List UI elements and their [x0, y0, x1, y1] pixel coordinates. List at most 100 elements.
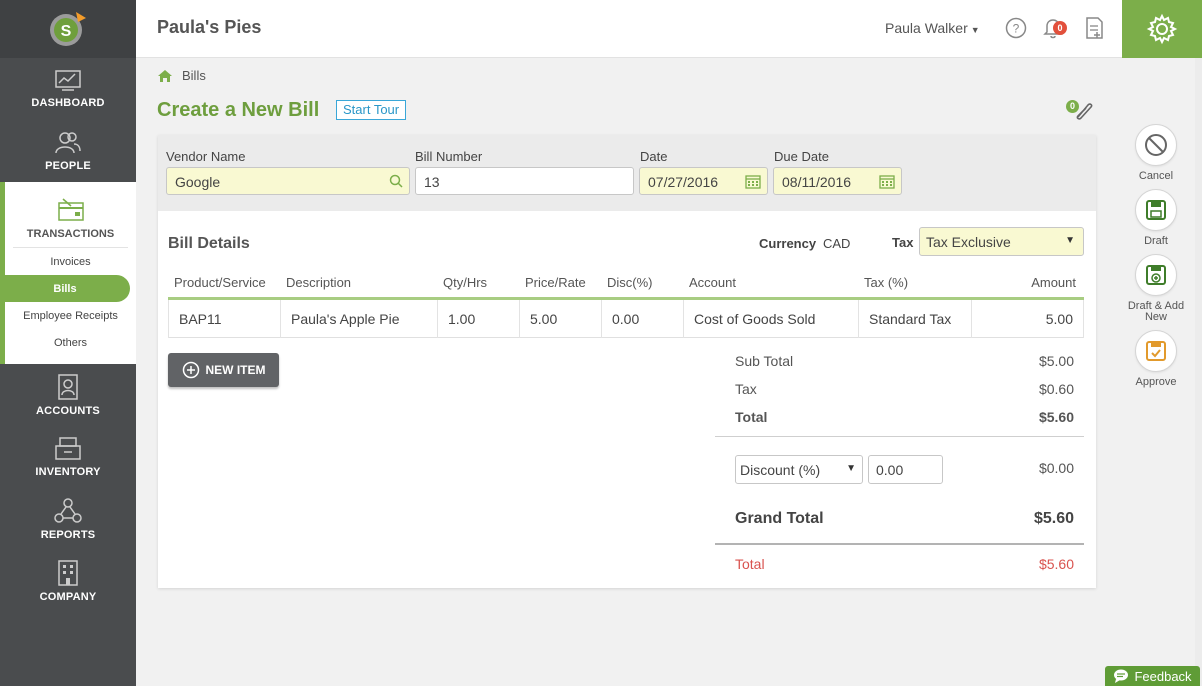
home-icon[interactable]: [157, 69, 173, 83]
nav-inventory-label: INVENTORY: [35, 466, 100, 478]
grand-total-divider: [715, 543, 1084, 545]
vendor-value: Google: [175, 174, 220, 190]
nav-people[interactable]: PEOPLE: [0, 120, 136, 182]
cell-product[interactable]: BAP11: [168, 300, 281, 338]
nav-reports-label: REPORTS: [41, 529, 96, 541]
bill-number-label: Bill Number: [415, 149, 482, 164]
final-total-label: Total: [735, 556, 765, 572]
calendar-icon: [745, 174, 761, 189]
grand-total-value: $5.60: [1034, 510, 1074, 528]
tax-label: Tax: [892, 235, 913, 250]
nav-dashboard[interactable]: DASHBOARD: [0, 58, 136, 120]
col-header-account: Account: [689, 275, 736, 290]
notifications-button[interactable]: 0: [1042, 16, 1072, 40]
page-title: Create a New Bill: [157, 99, 319, 122]
col-header-disc: Disc(%): [607, 275, 653, 290]
dropdown-arrow-icon: ▼: [846, 463, 856, 474]
cell-amount[interactable]: 5.00: [972, 300, 1084, 338]
col-header-tax: Tax (%): [864, 275, 908, 290]
draft-add-new-label: Draft & Add New: [1121, 301, 1191, 323]
new-item-label: NEW ITEM: [206, 363, 266, 377]
attachment-count-badge: 0: [1066, 100, 1079, 113]
cancel-button[interactable]: Cancel: [1116, 124, 1196, 182]
user-menu[interactable]: Paula Walker▼: [885, 20, 980, 36]
bill-details-title: Bill Details: [168, 235, 250, 253]
nav-inventory[interactable]: INVENTORY: [0, 426, 136, 488]
tax-total-value: $0.60: [1039, 381, 1074, 397]
bill-header-fields: Vendor Name Google Bill Number 13 Date 0…: [158, 135, 1096, 211]
approve-button[interactable]: Approve: [1116, 330, 1196, 388]
calendar-icon: [879, 174, 895, 189]
nav-accounts[interactable]: ACCOUNTS: [0, 364, 136, 426]
new-item-button[interactable]: NEW ITEM: [168, 353, 279, 387]
help-icon[interactable]: ?: [1005, 17, 1027, 39]
cell-price[interactable]: 5.00: [520, 300, 602, 338]
breadcrumb: Bills: [157, 68, 206, 83]
col-header-amount: Amount: [1031, 275, 1076, 290]
subtotal-value: $5.00: [1039, 353, 1074, 369]
nav-people-label: PEOPLE: [45, 160, 91, 172]
nav-company[interactable]: COMPANY: [0, 550, 136, 612]
search-icon: [389, 174, 403, 188]
feedback-label: Feedback: [1134, 669, 1191, 684]
tax-mode-select[interactable]: Tax Exclusive ▼: [919, 227, 1084, 256]
nav-transactions-label: TRANSACTIONS: [27, 228, 114, 240]
cancel-label: Cancel: [1139, 171, 1173, 182]
due-date-input[interactable]: 08/11/2016: [773, 167, 902, 195]
plus-circle-icon: [182, 361, 200, 379]
discount-type-select[interactable]: Discount (%) ▼: [735, 455, 863, 484]
logo[interactable]: S: [0, 0, 136, 58]
gear-icon: [1146, 13, 1178, 45]
cancel-icon: [1144, 133, 1168, 157]
discount-input-value: 0.00: [876, 462, 903, 478]
subtotal-label: Sub Total: [735, 353, 793, 369]
col-header-qty: Qty/Hrs: [443, 275, 487, 290]
cell-qty[interactable]: 1.00: [438, 300, 520, 338]
final-total-value: $5.60: [1039, 556, 1074, 572]
cell-disc[interactable]: 0.00: [602, 300, 684, 338]
company-icon: [57, 560, 79, 586]
nav-transactions[interactable]: TRANSACTIONS: [13, 190, 128, 248]
caret-down-icon: ▼: [971, 25, 980, 35]
breadcrumb-bills[interactable]: Bills: [182, 68, 206, 83]
reports-icon: [54, 498, 82, 524]
inventory-icon: [55, 437, 81, 461]
subnav-invoices[interactable]: Invoices: [5, 248, 136, 275]
user-name: Paula Walker: [885, 20, 968, 36]
currency-value: CAD: [823, 236, 850, 251]
settings-button[interactable]: [1122, 0, 1202, 58]
new-document-icon[interactable]: [1083, 16, 1105, 40]
nav-accounts-label: ACCOUNTS: [36, 405, 100, 417]
attachments-button[interactable]: 0: [1066, 99, 1096, 126]
date-input[interactable]: 07/27/2016: [639, 167, 768, 195]
subnav-employee-receipts[interactable]: Employee Receipts: [5, 302, 136, 329]
feedback-button[interactable]: Feedback: [1105, 666, 1200, 686]
subnav-others[interactable]: Others: [5, 329, 136, 356]
people-icon: [54, 131, 82, 155]
accounts-icon: [57, 374, 79, 400]
notification-badge: 0: [1053, 21, 1067, 35]
cell-description[interactable]: Paula's Apple Pie: [281, 300, 438, 338]
scrollbar[interactable]: [1195, 58, 1202, 686]
col-header-product: Product/Service: [174, 275, 266, 290]
cell-account[interactable]: Cost of Goods Sold: [684, 300, 859, 338]
draft-add-new-button[interactable]: Draft & Add New: [1116, 254, 1196, 323]
company-name[interactable]: Paula's Pies: [157, 17, 261, 38]
approve-icon: [1145, 340, 1167, 362]
save-add-icon: [1145, 264, 1167, 286]
total-label: Total: [735, 409, 767, 425]
bill-form-card: Vendor Name Google Bill Number 13 Date 0…: [158, 135, 1096, 588]
start-tour-button[interactable]: Start Tour: [336, 100, 406, 120]
nav-transactions-group: TRANSACTIONS Invoices Bills Employee Rec…: [0, 182, 136, 364]
vendor-input[interactable]: Google: [166, 167, 410, 195]
nav-reports[interactable]: REPORTS: [0, 488, 136, 550]
discount-type-value: Discount (%): [740, 462, 820, 478]
svg-text:?: ?: [1013, 22, 1020, 36]
subnav-bills[interactable]: Bills: [0, 275, 130, 302]
discount-input[interactable]: 0.00: [868, 455, 943, 484]
cell-tax[interactable]: Standard Tax: [859, 300, 972, 338]
draft-label: Draft: [1144, 236, 1168, 247]
bill-number-input[interactable]: 13: [415, 167, 634, 195]
discount-value: $0.00: [1039, 460, 1074, 476]
draft-button[interactable]: Draft: [1116, 189, 1196, 247]
